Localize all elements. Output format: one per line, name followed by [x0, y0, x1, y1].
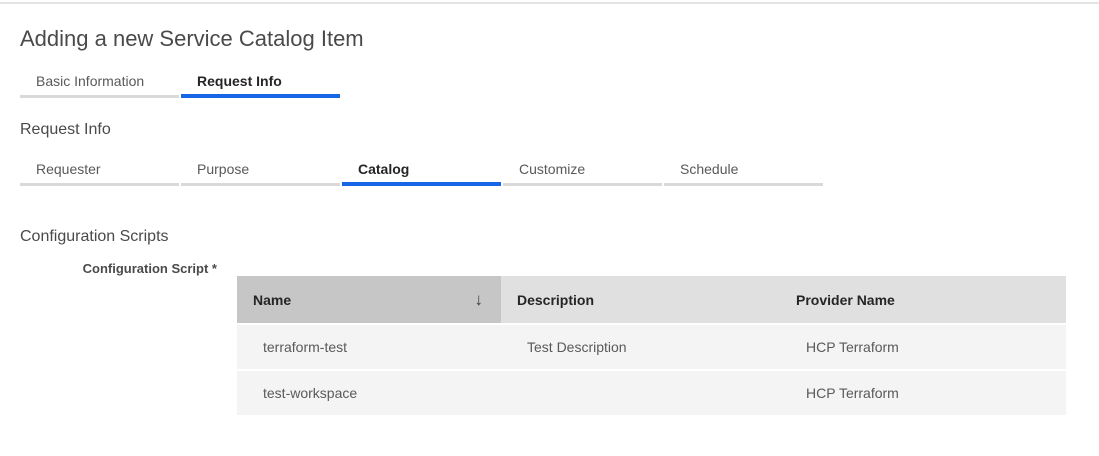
tab-label: Purpose	[197, 161, 250, 177]
configuration-scripts-heading: Configuration Scripts	[20, 228, 169, 245]
tab-request-info[interactable]: Request Info	[181, 64, 340, 98]
tab-label: Requester	[36, 161, 101, 177]
table-row[interactable]: test-workspace HCP Terraform	[237, 369, 1066, 415]
column-header-name[interactable]: Name ↓	[237, 276, 501, 323]
tab-catalog[interactable]: Catalog	[342, 152, 501, 186]
tab-requester[interactable]: Requester	[20, 152, 179, 186]
top-divider	[0, 2, 1099, 4]
sort-descending-icon: ↓	[474, 289, 484, 309]
cell-description: Test Description	[527, 339, 627, 355]
tab-customize[interactable]: Customize	[503, 152, 662, 186]
request-info-heading: Request Info	[20, 121, 111, 138]
cell-provider-name: HCP Terraform	[806, 385, 899, 401]
tab-label: Request Info	[197, 73, 282, 89]
main-content: Adding a new Service Catalog Item Basic …	[0, 26, 1099, 415]
cell-name: test-workspace	[263, 385, 358, 401]
table-header-row: Name ↓ Description Provider Name	[237, 276, 1066, 323]
tab-label: Customize	[519, 161, 586, 177]
cell-provider-name: HCP Terraform	[806, 339, 899, 355]
table-row[interactable]: terraform-test Test Description HCP Terr…	[237, 323, 1066, 369]
column-header-description[interactable]: Description	[501, 276, 780, 323]
column-header-label: Provider Name	[796, 291, 895, 308]
column-header-label: Description	[517, 291, 595, 308]
page-title: Adding a new Service Catalog Item	[20, 26, 364, 51]
tab-basic-information[interactable]: Basic Information	[20, 64, 179, 98]
tab-label: Schedule	[680, 161, 739, 177]
tab-schedule[interactable]: Schedule	[664, 152, 823, 186]
cell-description	[501, 371, 780, 415]
tab-label: Catalog	[358, 161, 410, 177]
tab-label: Basic Information	[36, 73, 145, 89]
column-header-provider-name[interactable]: Provider Name	[780, 276, 1066, 323]
configuration-script-table: Name ↓ Description Provider Name terrafo…	[237, 276, 1066, 415]
configuration-script-field-row: Configuration Script * Name ↓ Descriptio…	[20, 261, 1099, 415]
configuration-script-label: Configuration Script *	[82, 261, 217, 276]
tab-purpose[interactable]: Purpose	[181, 152, 340, 186]
cell-name: terraform-test	[263, 339, 348, 355]
column-header-label: Name	[253, 291, 292, 308]
main-tab-bar: Basic Information Request Info	[20, 64, 1099, 98]
request-info-tab-bar: Requester Purpose Catalog Customize Sche…	[20, 152, 1099, 186]
